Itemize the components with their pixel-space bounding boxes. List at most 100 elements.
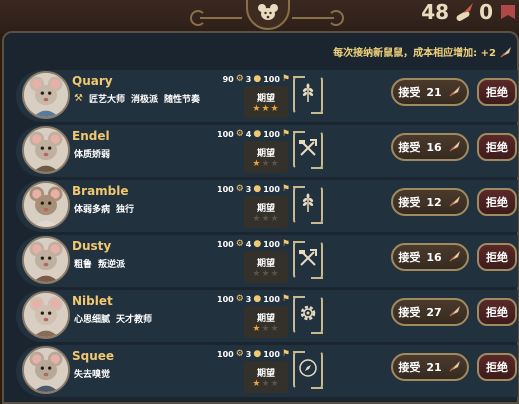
gear-stat-icon: ⚙ [235,129,244,139]
reject-label: 拒绝 [486,86,508,99]
star-icon: ★ [261,103,271,114]
expectation-label: 期望 [256,203,275,214]
star-icon: ★ [261,378,271,389]
accept-button[interactable]: 接受 21 [391,353,469,381]
expectation-box: 期望 ★★★ [244,86,288,118]
accept-button[interactable]: 接受 16 [391,243,469,271]
ornament-line-left [200,17,242,19]
expectation-stars: ★★★ [252,269,279,279]
reject-button[interactable]: 拒绝 [477,188,517,216]
tools-trait-icon: ⚒ [74,93,83,104]
cost-value: 27 [426,305,442,319]
gear-stat-icon: ⚙ [235,349,244,359]
resource-display: 48 0 [421,0,519,24]
expectation-stars: ★★★ [252,214,279,224]
recruit-name: Squee [72,349,115,363]
recruit-name: Niblet [72,294,113,308]
expectation-box: 期望 ★★★ [244,141,288,173]
expectation-box: 期望 ★★★ [244,251,288,283]
trait-list: 体质娇弱 [74,147,110,160]
stat-a-value: 100 [217,239,234,249]
food-icon: ● [253,129,262,139]
accept-button[interactable]: 接受 16 [391,133,469,161]
trait-label: 叛逆派 [98,260,126,270]
gear-stat-icon: ⚙ [235,74,244,84]
avatar [22,71,70,119]
recruit-name: Quary [72,74,113,88]
stat-b-value: 4 [245,239,252,249]
gear-stat-icon: ⚙ [235,184,244,194]
star-icon: ★ [270,323,280,334]
role-frame [293,296,323,334]
recruit-row: Niblet 心思细腻 天才教师 100 ⚙ 3 ● 100 ⚑ 期望 ★★★ 接… [16,290,518,342]
trait-label: 匠艺大师 [88,95,125,105]
recruit-name: Dusty [72,239,112,253]
stat-a-value: 90 [222,74,234,84]
stat-c-value: 100 [263,74,280,84]
quill-scroll-icon [453,1,475,23]
accept-label: 接受 [398,86,421,99]
star-icon: ★ [270,378,280,389]
star-icon: ★ [270,103,280,114]
expectation-label: 期望 [256,148,275,159]
role-frame [293,76,323,114]
avatar [22,346,70,394]
cost-value: 16 [426,250,442,264]
reject-button[interactable]: 拒绝 [477,133,517,161]
stat-a-value: 100 [217,184,234,194]
reject-button[interactable]: 拒绝 [477,353,517,381]
ornament-scroll-right-icon [328,10,344,26]
stats-line: 100 ⚙ 3 ● 100 ⚑ [216,294,290,304]
role-frame [293,186,323,224]
trait-list: 失去嗅觉 [74,367,110,380]
cost-value: 16 [426,140,442,154]
speed-icon: ⚑ [281,184,290,194]
avatar [22,291,70,339]
accept-label: 接受 [398,306,421,319]
trait-list: 粗鲁 叛逆派 [74,257,125,270]
star-icon: ★ [270,158,280,169]
stat-b-value: 4 [245,129,252,139]
wheat-icon [297,192,319,218]
cost-hint-text: 每次接纳新鼠鼠，成本相应增加: +2 [333,48,496,59]
cost-hint: 每次接纳新鼠鼠，成本相应增加: +2 [333,44,513,59]
star-icon: ★ [261,158,271,169]
reject-button[interactable]: 拒绝 [477,243,517,271]
expectation-label: 期望 [256,368,275,379]
stat-a-value: 100 [217,349,234,359]
expectation-box: 期望 ★★★ [244,196,288,228]
expectation-stars: ★★★ [252,324,279,334]
star-icon: ★ [270,213,280,224]
trait-label: 心思细腻 [74,315,111,325]
quill-icon [448,304,462,321]
expectation-stars: ★★★ [252,159,279,169]
reject-button[interactable]: 拒绝 [477,298,517,326]
accept-label: 接受 [398,251,421,264]
stat-c-value: 100 [263,239,280,249]
accept-button[interactable]: 接受 12 [391,188,469,216]
stats-line: 100 ⚙ 3 ● 100 ⚑ [216,184,290,194]
trait-label: 体弱多病 [74,205,111,215]
stat-b-value: 3 [245,349,252,359]
expectation-label: 期望 [256,313,275,324]
recruit-row: Dusty 粗鲁 叛逆派 100 ⚙ 4 ● 100 ⚑ 期望 ★★★ 接受 16… [16,235,518,287]
accept-label: 接受 [398,141,421,154]
trait-label: 随性节奏 [164,95,201,105]
trait-label: 消极派 [130,95,158,105]
quill-icon [448,249,462,266]
quill-icon [499,45,513,59]
stat-b-value: 3 [245,74,252,84]
reject-label: 拒绝 [486,141,508,154]
gear-icon [297,302,319,328]
quill-icon [448,359,462,376]
star-icon: ★ [261,213,271,224]
expectation-box: 期望 ★★★ [244,306,288,338]
accept-button[interactable]: 接受 27 [391,298,469,326]
stat-b-value: 3 [245,294,252,304]
trait-label: 天才教师 [116,315,153,325]
stats-line: 100 ⚙ 3 ● 100 ⚑ [216,349,290,359]
quill-icon [448,194,462,211]
avatar [22,126,70,174]
reject-button[interactable]: 拒绝 [477,78,517,106]
accept-button[interactable]: 接受 21 [391,78,469,106]
